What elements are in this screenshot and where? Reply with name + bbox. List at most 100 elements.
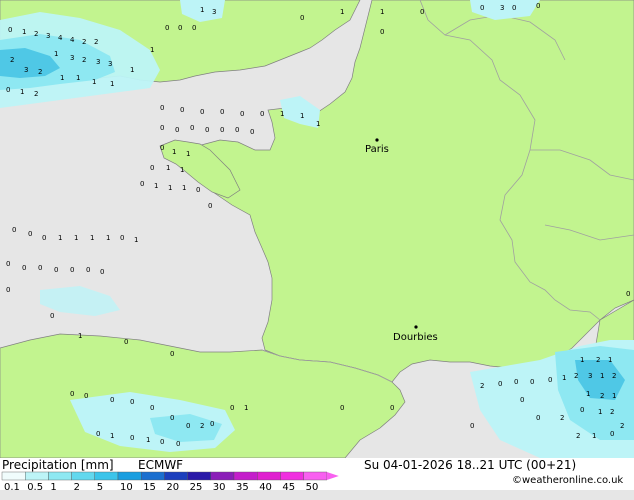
precip-marker: 0 bbox=[150, 404, 154, 412]
precip-marker: 0 bbox=[180, 106, 184, 114]
legend-label: 50 bbox=[306, 482, 319, 493]
precip-marker: 1 bbox=[316, 120, 320, 128]
legend-swatch bbox=[187, 471, 212, 481]
precip-marker: 0 bbox=[22, 264, 26, 272]
precip-marker: 1 bbox=[146, 436, 150, 444]
legend-label: 5 bbox=[97, 482, 103, 493]
precip-marker: 0 bbox=[626, 290, 630, 298]
precip-marker: 2 bbox=[10, 56, 14, 64]
legend-swatch bbox=[303, 471, 328, 481]
precip-marker: 2 bbox=[34, 30, 38, 38]
precip-marker: 0 bbox=[170, 350, 174, 358]
precip-marker: 1 bbox=[106, 234, 110, 242]
legend-label: 45 bbox=[282, 482, 295, 493]
precip-marker: 0 bbox=[200, 108, 204, 116]
precip-marker: 0 bbox=[150, 164, 154, 172]
legend-colorbar: 0.1 0.5 1 2 5 10 15 20 25 30 35 40 45 50 bbox=[1, 471, 339, 493]
precip-marker: 0 bbox=[514, 378, 518, 386]
precip-marker: 1 bbox=[54, 50, 58, 58]
legend-swatch bbox=[233, 471, 258, 481]
precip-marker: 0 bbox=[548, 376, 552, 384]
precip-marker: 0 bbox=[70, 390, 74, 398]
precip-marker: 0 bbox=[208, 202, 212, 210]
legend-label: 35 bbox=[236, 482, 249, 493]
precip-marker: 0 bbox=[140, 180, 144, 188]
precip-marker: 0 bbox=[6, 286, 10, 294]
precip-marker: 0 bbox=[520, 396, 524, 404]
precip-marker: 1 bbox=[168, 184, 172, 192]
precip-marker: 0 bbox=[235, 126, 239, 134]
precip-marker: 1 bbox=[60, 74, 64, 82]
precip-marker: 0 bbox=[196, 186, 200, 194]
precip-marker: 1 bbox=[166, 164, 170, 172]
precip-marker: 1 bbox=[598, 408, 602, 416]
precip-marker: 0 bbox=[160, 124, 164, 132]
city-label-dourbies: Dourbies bbox=[393, 332, 438, 343]
legend-arrow bbox=[326, 472, 339, 480]
precip-marker: 2 bbox=[560, 414, 564, 422]
precip-marker: 0 bbox=[530, 378, 534, 386]
precip-marker: 0 bbox=[165, 24, 169, 32]
precip-marker: 0 bbox=[190, 124, 194, 132]
legend-swatch bbox=[1, 471, 26, 481]
precip-marker: 0 bbox=[470, 422, 474, 430]
precip-marker: 0 bbox=[230, 404, 234, 412]
precip-marker: 1 bbox=[130, 66, 134, 74]
precip-marker: 0 bbox=[480, 4, 484, 12]
precip-marker: 0 bbox=[420, 8, 424, 16]
precip-marker: 1 bbox=[244, 404, 248, 412]
precip-marker: 4 bbox=[70, 36, 75, 44]
legend-label: 1 bbox=[50, 482, 56, 493]
legend-swatch bbox=[71, 471, 95, 481]
precip-marker: 0 bbox=[120, 234, 124, 242]
precip-marker: 0 bbox=[96, 430, 100, 438]
precip-marker: 3 bbox=[46, 32, 50, 40]
precip-marker: 3 bbox=[108, 60, 112, 68]
precip-marker: 2 bbox=[576, 432, 580, 440]
precip-marker: 1 bbox=[600, 372, 604, 380]
precip-marker: 1 bbox=[180, 166, 184, 174]
precip-marker: 2 bbox=[480, 382, 484, 390]
precip-marker: 3 bbox=[212, 8, 216, 16]
legend-swatch bbox=[25, 471, 49, 481]
precip-marker: 2 bbox=[94, 38, 98, 46]
precip-marker: 1 bbox=[172, 148, 176, 156]
precip-marker: 2 bbox=[612, 372, 616, 380]
legend-swatch bbox=[210, 471, 235, 481]
precip-marker: 1 bbox=[20, 88, 24, 96]
precip-marker: 1 bbox=[186, 150, 190, 158]
legend-label: 2 bbox=[74, 482, 80, 493]
precip-marker: 2 bbox=[620, 422, 624, 430]
city-label-paris: Paris bbox=[365, 144, 389, 155]
precip-marker: 0 bbox=[160, 144, 164, 152]
precip-marker: 0 bbox=[175, 126, 179, 134]
footer-credit: ©weatheronline.co.uk bbox=[512, 475, 624, 486]
precip-marker: 0 bbox=[210, 420, 214, 428]
precip-marker: 0 bbox=[130, 434, 134, 442]
precip-marker: 2 bbox=[574, 372, 578, 380]
precip-marker: 0 bbox=[38, 264, 42, 272]
precip-marker: 3 bbox=[70, 54, 74, 62]
precip-marker: 0 bbox=[170, 414, 174, 422]
precip-marker: 1 bbox=[134, 236, 138, 244]
precip-marker: 0 bbox=[100, 268, 104, 276]
precip-marker: 0 bbox=[536, 2, 540, 10]
precip-marker: 1 bbox=[154, 182, 158, 190]
city-dot-paris bbox=[375, 138, 379, 142]
precip-marker: 1 bbox=[150, 46, 154, 54]
legend-swatch bbox=[117, 471, 142, 481]
precip-marker: 0 bbox=[28, 230, 32, 238]
precip-marker: 0 bbox=[536, 414, 540, 422]
precip-marker: 0 bbox=[42, 234, 46, 242]
precip-marker: 0 bbox=[176, 440, 180, 448]
precip-marker: 3 bbox=[500, 4, 504, 12]
precip-marker: 3 bbox=[588, 372, 592, 380]
precip-marker: 4 bbox=[58, 34, 63, 42]
precip-marker: 0 bbox=[110, 396, 114, 404]
precip-marker: 0 bbox=[260, 110, 264, 118]
precip-marker: 0 bbox=[220, 126, 224, 134]
precip-marker: 1 bbox=[580, 356, 584, 364]
legend-swatch bbox=[94, 471, 119, 481]
city-dot-dourbies bbox=[414, 325, 418, 329]
precip-marker: 1 bbox=[92, 78, 96, 86]
